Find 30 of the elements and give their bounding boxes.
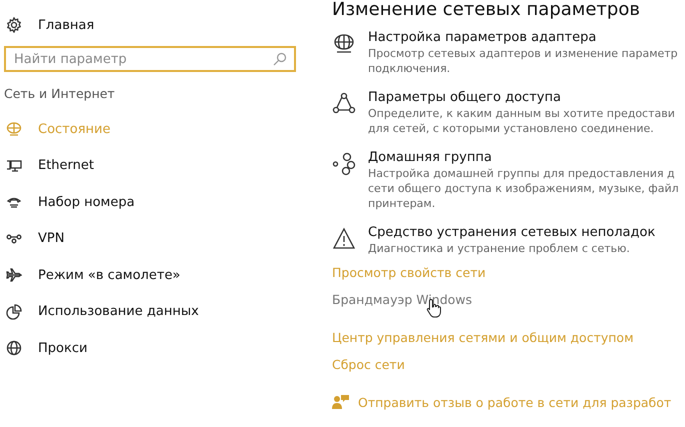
option-description: Просмотр сетевых адаптеров и изменение параметр подключения.	[368, 46, 678, 76]
settings-icon	[6, 17, 22, 33]
nav-item[interactable]: VPN	[0, 220, 320, 257]
option-title[interactable]: Домашняя группа	[368, 150, 679, 165]
homegroup-icon	[332, 152, 356, 176]
search-field[interactable]: Найти параметр	[4, 46, 296, 72]
nav-item[interactable]: Режим «в самолете»	[0, 257, 320, 294]
option-description: Определите, к каким данным вы хотите предостави для сетей, с которыми установлено соединение.	[368, 106, 675, 136]
section-heading: Сеть и Интернет	[4, 86, 116, 101]
pie-chart-icon	[6, 304, 22, 320]
nav-item[interactable]: Прокси	[0, 330, 320, 366]
home-link[interactable]: Главная	[0, 14, 320, 36]
warning-icon	[332, 227, 356, 251]
network-icon	[332, 92, 356, 116]
option-title[interactable]: Параметры общего доступа	[368, 90, 675, 105]
page-title: Изменение сетевых параметров	[332, 0, 641, 20]
search-icon	[273, 52, 287, 66]
link[interactable]: Брандмауэр Windows	[332, 292, 472, 307]
airplane-icon	[6, 267, 22, 284]
nav-item[interactable]: Использование данных	[0, 294, 320, 330]
globe-monitor-icon	[6, 121, 22, 138]
nav-item[interactable]: Ethernet	[0, 148, 320, 184]
nav-item[interactable]: Набор номера	[0, 184, 320, 220]
option-title[interactable]: Средство устранения сетевых неполадок	[368, 225, 656, 240]
ethernet-icon	[6, 158, 22, 174]
option-title[interactable]: Настройка параметров адаптера	[368, 30, 678, 45]
feedback-icon	[332, 394, 350, 410]
option-description: Диагностика и устранение проблем с сетью.	[368, 241, 631, 256]
globe-icon	[6, 340, 22, 356]
option-description: Настройка домашней группы для предоставления д сети общего доступа к изображениям, музыке, файл принтерам.	[368, 166, 679, 211]
